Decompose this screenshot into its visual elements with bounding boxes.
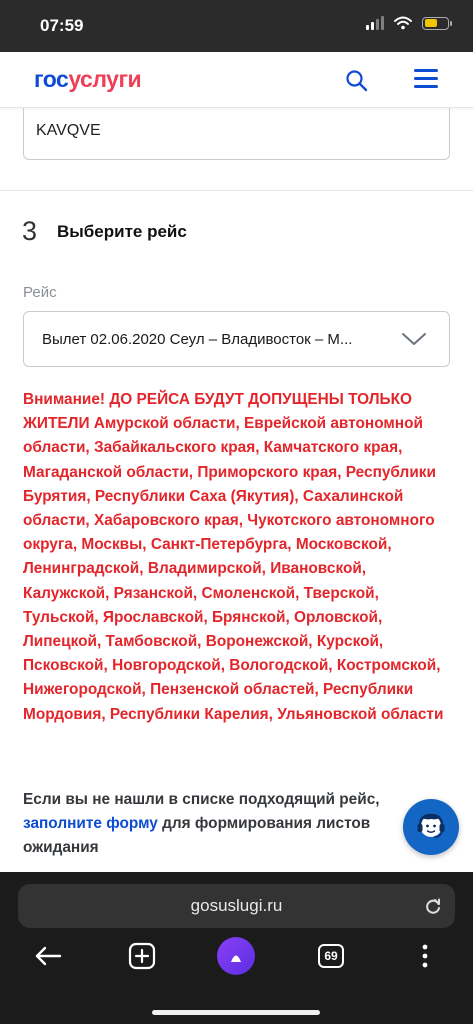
warning-text: Внимание! ДО РЕЙСА БУДУТ ДОПУЩЕНЫ ТОЛЬКО… (23, 391, 444, 723)
tabs-icon[interactable]: 69 (317, 940, 345, 972)
wifi-icon (394, 16, 412, 30)
flight-select-value: Вылет 02.06.2020 Сеул – Владивосток – М.… (42, 330, 353, 348)
step-number: 3 (22, 216, 38, 246)
step-title: Выберите рейс (57, 222, 187, 241)
battery-icon (422, 16, 452, 30)
reload-icon[interactable] (423, 896, 443, 916)
flight-select[interactable]: Вылет 02.06.2020 Сеул – Владивосток – М.… (23, 311, 450, 367)
signal-icon (366, 16, 384, 30)
back-arrow-icon[interactable] (32, 940, 64, 972)
more-icon[interactable] (417, 940, 433, 972)
browser-nav: 69 (0, 936, 473, 976)
fill-form-link[interactable]: заполните форму (23, 815, 158, 832)
status-icons (366, 16, 452, 30)
status-time: 07:59 (40, 16, 84, 35)
support-agent-icon (417, 813, 445, 838)
browser-toolbar: gosuslugi.ru 69 (0, 872, 473, 1024)
new-tab-icon[interactable] (127, 940, 157, 972)
chevron-down-icon (402, 333, 426, 345)
status-bar: 07:59 (0, 0, 473, 52)
alice-icon[interactable] (216, 937, 256, 975)
support-button[interactable] (403, 799, 459, 855)
menu-icon[interactable] (414, 69, 438, 91)
home-indicator (152, 1010, 320, 1015)
address-bar[interactable]: gosuslugi.ru (18, 884, 455, 928)
gosuslugi-logo[interactable]: госуслуги (34, 66, 142, 93)
search-icon[interactable] (344, 68, 370, 94)
section-divider (0, 190, 473, 191)
app-header: госуслуги (0, 52, 473, 108)
url-text: gosuslugi.ru (190, 896, 283, 915)
info-text: Если вы не нашли в списке подходящий рей… (23, 791, 380, 856)
flight-select-label: Рейс (23, 284, 57, 301)
code-field[interactable]: KAVQVE (23, 108, 450, 160)
